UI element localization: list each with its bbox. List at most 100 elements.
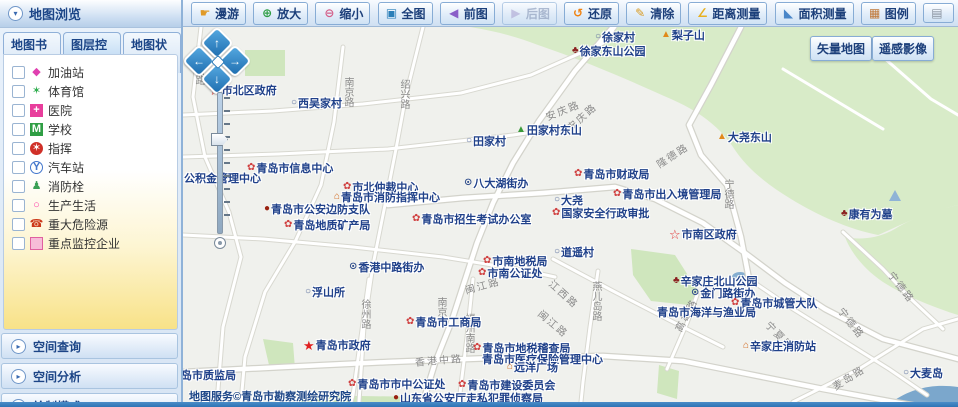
badge-icon: ● xyxy=(393,393,399,402)
dot-circle-icon: ⊙ xyxy=(464,178,472,188)
production-life-icon: ○ xyxy=(30,199,43,212)
poi-name: 辛家庄消防站 xyxy=(750,338,816,354)
poi-name: 青岛市信息中心 xyxy=(256,160,333,176)
section-spatial-analysis[interactable]: ▸ 空间分析 xyxy=(1,363,178,389)
zoom-in-icon: ⊕ xyxy=(260,6,274,20)
dot-circle-icon: ⊙ xyxy=(349,262,357,272)
road-label: 燕儿岛路 xyxy=(588,281,603,321)
circle-icon: ○ xyxy=(305,287,311,297)
poi: ⊙ 香港中路街办 xyxy=(349,259,424,275)
layer-major-hazard[interactable]: ☎ 重大危险源 xyxy=(12,215,177,234)
poi: ♣ 徐家东山公园 xyxy=(572,43,646,59)
main-toolbar: ☛ 漫游 ⊕ 放大 ⊖ 缩小 ▣ 全图 ◀ 前图 ▶ 后图 ↺ 还原 ✎ xyxy=(183,0,958,27)
clear-button[interactable]: ✎ 清除 xyxy=(626,2,681,25)
map-copyright: 地图服务©青岛市勘察测绘研究院 xyxy=(189,388,351,402)
zoom-out-knob[interactable] xyxy=(214,237,226,249)
poi: ○ 道遥村 xyxy=(554,244,594,260)
layer-checkbox[interactable] xyxy=(12,180,25,193)
previous-view-button[interactable]: ◀ 前图 xyxy=(440,2,495,25)
layer-checkbox[interactable] xyxy=(12,104,25,117)
flower-icon: ✿ xyxy=(552,208,560,218)
layer-checkbox[interactable] xyxy=(12,123,25,136)
zoom-in-button[interactable]: ⊕ 放大 xyxy=(253,2,308,25)
distance-measure-button[interactable]: ∠ 距离测量 xyxy=(688,2,767,25)
basemap-button-label: 矢量地图 xyxy=(817,42,865,56)
zoom-out-button[interactable]: ⊖ 缩小 xyxy=(315,2,370,25)
next-view-button[interactable]: ▶ 后图 xyxy=(502,2,557,25)
park-icon: ♣ xyxy=(572,46,579,56)
layer-label: 指挥 xyxy=(48,140,72,157)
poi-name: 青岛市财政局 xyxy=(583,166,649,182)
hospital-icon: + xyxy=(30,104,43,117)
zoom-slider-ticks xyxy=(224,97,230,225)
poi-name: 青岛市质监局 xyxy=(183,367,236,383)
layer-label: 重点监控企业 xyxy=(48,235,120,252)
toolbar-button-label: 放大 xyxy=(277,5,301,22)
toolbar-button-label: 清除 xyxy=(650,5,674,22)
satellite-imagery-button[interactable]: 遥感影像 xyxy=(872,36,934,61)
chevron-right-icon: ▸ xyxy=(11,369,26,384)
arrow-down-icon: ↓ xyxy=(207,69,227,89)
pan-button[interactable]: ☛ 漫游 xyxy=(191,2,246,25)
layer-checkbox[interactable] xyxy=(12,142,25,155)
legend-button[interactable]: ▦ 图例 xyxy=(861,2,916,25)
poi: ● 山东省公安厅走私犯罪侦察局 xyxy=(393,390,543,402)
layer-school[interactable]: M 学校 xyxy=(12,120,177,139)
layer-bus-station[interactable]: Y 汽车站 xyxy=(12,158,177,177)
layer-label: 学校 xyxy=(48,121,72,138)
poi-name: 青岛市公安边防支队 xyxy=(271,201,370,217)
hand-icon: ☛ xyxy=(198,6,212,20)
full-extent-button[interactable]: ▣ 全图 xyxy=(378,2,433,25)
flower-icon: ✿ xyxy=(406,317,414,327)
poi-name: 大尧东山 xyxy=(728,129,772,145)
sidebar: ▾ 地图浏览 地图书签 图层控制 地图状态 ◆ 加油站 xyxy=(0,0,183,402)
sidebar-header-map-browse[interactable]: ▾ 地图浏览 xyxy=(0,0,181,28)
layer-checkbox[interactable] xyxy=(12,218,25,231)
undo-icon: ↺ xyxy=(571,6,585,20)
vector-map-button[interactable]: 矢量地图 xyxy=(810,36,872,61)
restore-button[interactable]: ↺ 还原 xyxy=(564,2,619,25)
layer-checkbox[interactable] xyxy=(12,66,25,79)
poi: ▲ 大尧东山 xyxy=(717,129,772,145)
layer-label: 医院 xyxy=(48,102,72,119)
full-map-icon: ▣ xyxy=(385,6,399,20)
chevron-down-icon: ▾ xyxy=(8,6,23,21)
layer-production-life[interactable]: ○ 生产生活 xyxy=(12,196,177,215)
poi-name: 远洋广场 xyxy=(514,359,558,375)
layer-monitored-enterprise[interactable]: 重点监控企业 xyxy=(12,234,177,253)
toolbar-button-label: 全图 xyxy=(402,5,426,22)
layer-label: 加油站 xyxy=(48,64,84,81)
toolbar-button-label: 漫游 xyxy=(215,5,239,22)
basemap-button-label: 遥感影像 xyxy=(879,42,927,56)
poi: ✿ 青岛市出入境管理局 xyxy=(613,186,721,202)
print-button[interactable]: ▤ xyxy=(923,3,954,23)
poi: ⌂ 远洋广场 xyxy=(507,359,558,375)
layer-checkbox[interactable] xyxy=(12,199,25,212)
toolbar-button-label: 距离测量 xyxy=(712,5,760,22)
layer-hospital[interactable]: + 医院 xyxy=(12,101,177,120)
poi-name: 大麦岛 xyxy=(910,365,943,381)
area-measure-button[interactable]: ◣ 面积测量 xyxy=(775,2,854,25)
road-name: 南京路 xyxy=(342,77,353,107)
section-spatial-query[interactable]: ▸ 空间查询 xyxy=(1,333,178,359)
layer-gymnasium[interactable]: ✶ 体育馆 xyxy=(12,82,177,101)
flower-icon: ✿ xyxy=(458,380,466,390)
layer-checkbox[interactable] xyxy=(12,237,25,250)
layer-fire-hydrant[interactable]: ♟ 消防栓 xyxy=(12,177,177,196)
poi: ○ 大麦岛 xyxy=(903,365,943,381)
circle-icon: ○ xyxy=(554,247,560,257)
circle-icon: ○ xyxy=(554,195,560,205)
layer-checkbox[interactable] xyxy=(12,85,25,98)
poi-name: 青岛市海洋与渔业局 xyxy=(657,304,756,320)
layer-label: 体育馆 xyxy=(48,83,84,100)
layer-gas-station[interactable]: ◆ 加油站 xyxy=(12,63,177,82)
layer-checkbox[interactable] xyxy=(12,161,25,174)
layer-command[interactable]: ✶ 指挥 xyxy=(12,139,177,158)
house-icon: ⌂ xyxy=(743,341,749,351)
zoom-slider[interactable] xyxy=(217,92,223,234)
monitored-enterprise-icon xyxy=(30,237,43,250)
map-canvas[interactable]: 延吉路 南京路 绍兴路 安庆路 安庆路 隆德路 宁德路 闽江路 闽江路 xyxy=(183,27,958,402)
poi: ★ 青岛市政府 xyxy=(303,337,371,353)
poi: ✿ 青岛市工商局 xyxy=(406,314,481,330)
arrow-left-icon: ◀ xyxy=(447,6,461,20)
